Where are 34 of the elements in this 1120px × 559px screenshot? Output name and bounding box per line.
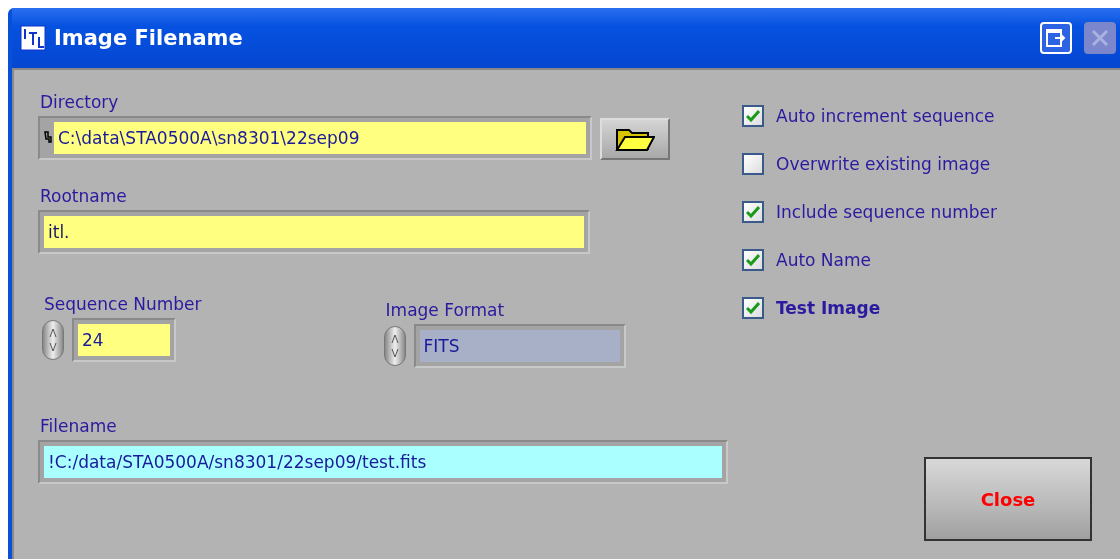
directory-field[interactable]: C:\data\STA0500A\sn8301\22sep09 <box>38 116 592 160</box>
checkbox[interactable] <box>742 153 764 175</box>
check-icon <box>746 254 760 266</box>
image-format-field[interactable]: FITS <box>413 324 626 368</box>
field-label: Rootname <box>40 186 128 206</box>
spinner-button[interactable] <box>383 326 406 366</box>
field-label: Directory <box>40 92 120 112</box>
app-logo-icon <box>20 25 46 51</box>
window-icon <box>1045 28 1067 48</box>
browse-button[interactable] <box>600 118 670 160</box>
checkbox-label: Include sequence number <box>776 202 997 222</box>
checkbox[interactable] <box>742 201 764 223</box>
checkbox[interactable] <box>742 297 764 319</box>
field-label: Sequence Number <box>44 294 202 314</box>
window-button[interactable] <box>1040 22 1072 54</box>
check-icon <box>746 206 760 218</box>
path-icon <box>44 130 52 146</box>
checkbox[interactable] <box>742 105 764 127</box>
close-icon <box>1090 28 1110 48</box>
checkbox-label: Overwrite existing image <box>776 154 991 174</box>
rootname-field[interactable]: itl. <box>38 210 590 254</box>
check-icon <box>746 110 760 122</box>
checkbox-label: Auto increment sequence <box>776 106 995 126</box>
checkbox[interactable] <box>742 249 764 271</box>
check-icon <box>746 302 760 314</box>
filename-field[interactable]: !C:/data/STA0500A/sn8301/22sep09/test.fits <box>38 440 728 484</box>
checkbox-label: Test Image <box>776 298 881 318</box>
window-title: Image Filename <box>54 26 244 50</box>
sequence-number-field[interactable]: 24 <box>72 318 176 362</box>
checkbox-label: Auto Name <box>776 250 872 270</box>
spinner-button[interactable] <box>42 320 64 360</box>
field-label: Image Format <box>385 300 506 320</box>
field-label: Filename <box>40 416 118 436</box>
folder-icon <box>615 126 655 152</box>
